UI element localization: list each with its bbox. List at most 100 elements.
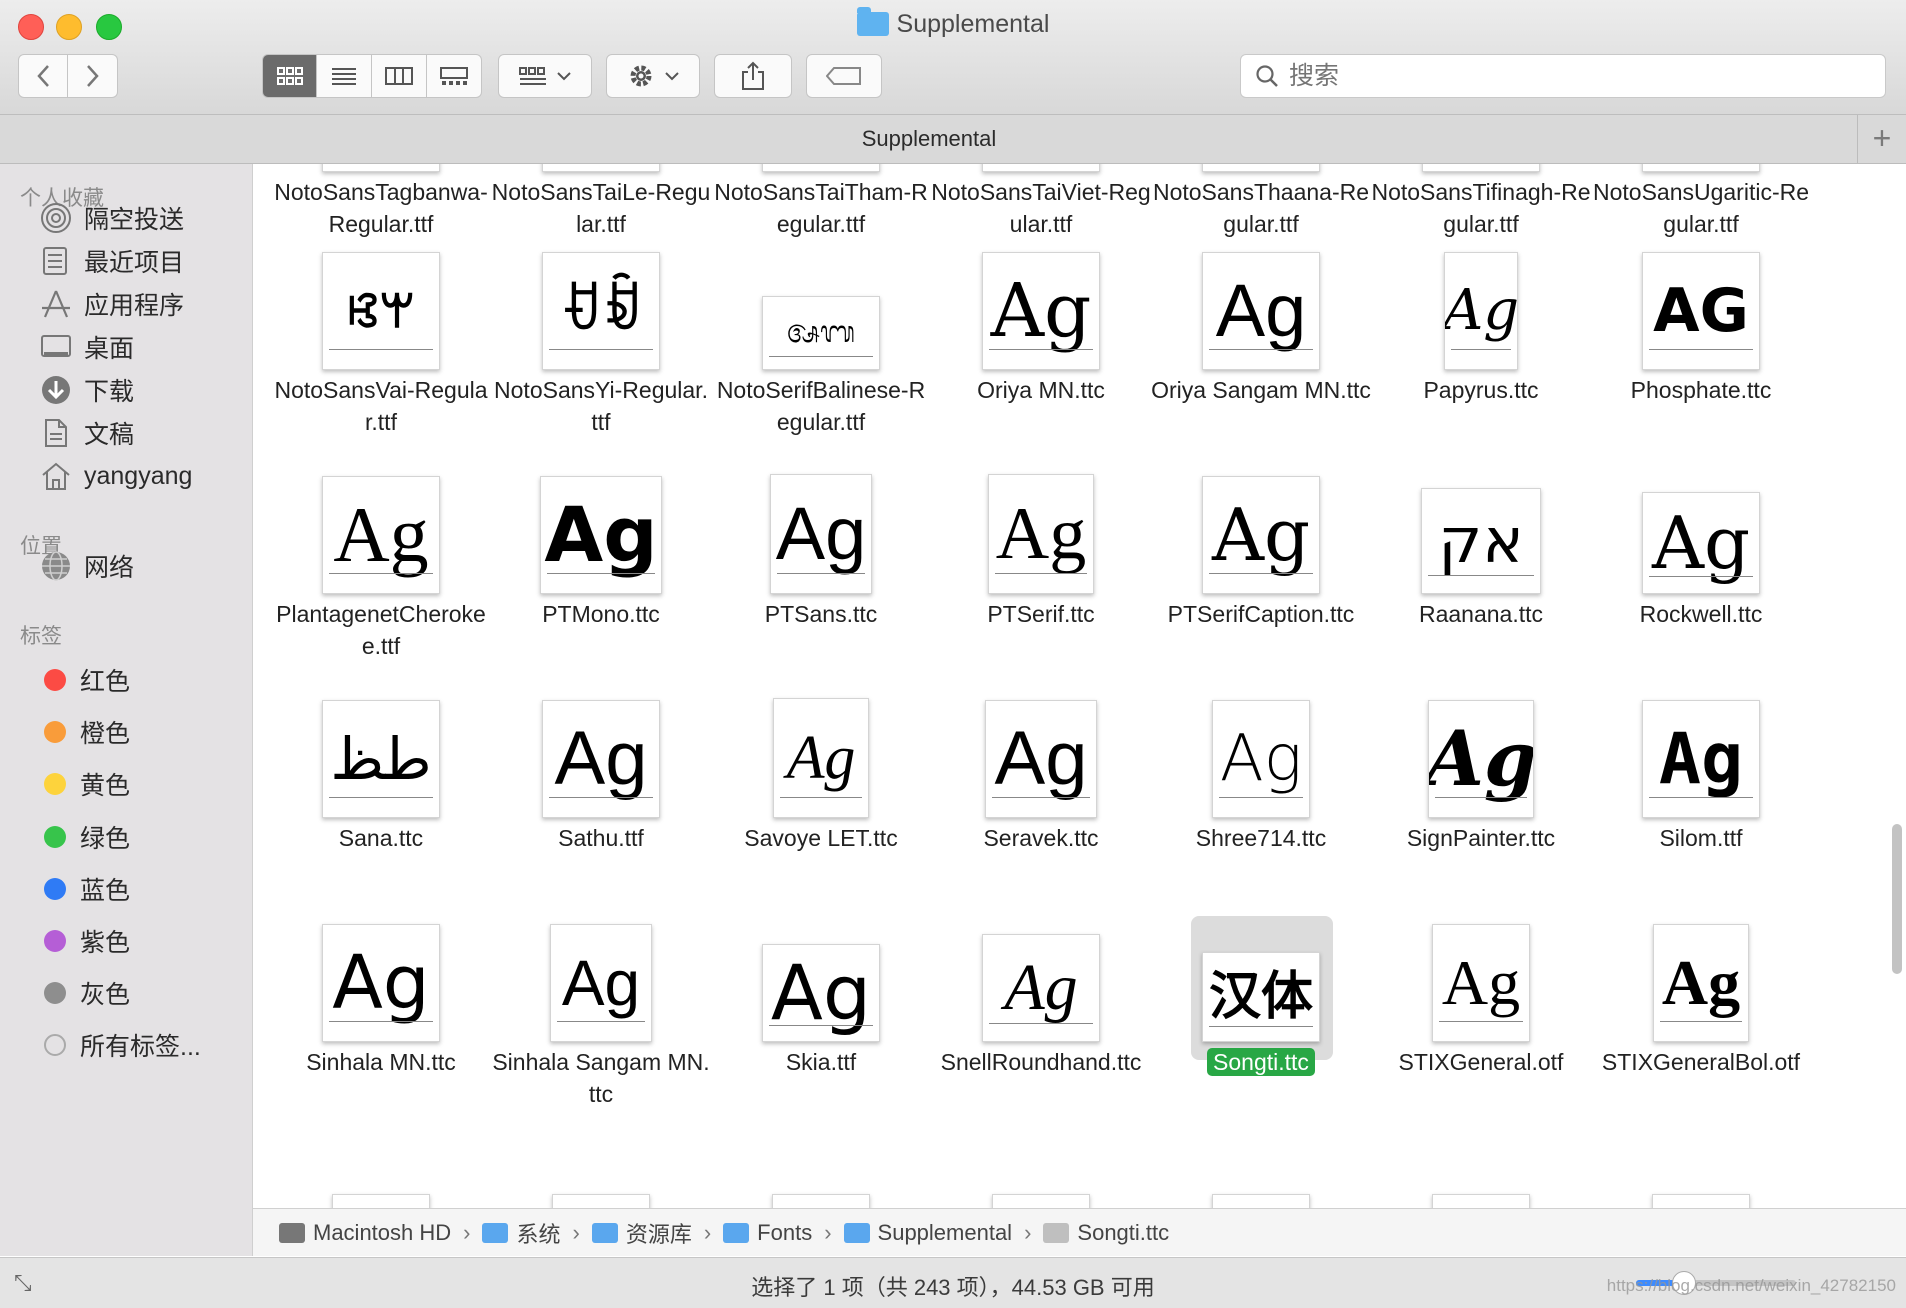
baseline-rule [329,1021,433,1022]
sidebar-tag[interactable]: 绿色 [38,817,130,857]
group-by-button[interactable] [498,54,592,98]
file-name: Rockwell.ttc [1591,598,1811,630]
sidebar-item-documents[interactable]: 文稿 [38,413,134,453]
sidebar-item-desktop[interactable]: 桌面 [38,327,134,367]
sidebar-tag[interactable]: 灰色 [38,973,130,1013]
tag-button[interactable] [806,54,882,98]
path-item-label: Fonts [757,1219,813,1245]
forward-button[interactable] [68,54,118,98]
font-sample-glyph: Ag [1651,501,1751,585]
file-item[interactable]: Ag PTSerif.ttc [931,474,1151,704]
back-button[interactable] [18,54,68,98]
action-button[interactable] [606,54,700,98]
font-preview-thumbnail [1652,1194,1750,1208]
sidebar-item-airdrop[interactable]: 隔空投送 [38,198,184,238]
file-item[interactable]: ﻃﻆ Sana.ttc [271,700,491,928]
font-sample-glyph [543,164,659,171]
folder-icon [723,1222,750,1243]
file-item[interactable]: ꕙꕚ NotoSansVai-Regular.ttf [271,252,491,480]
file-item[interactable]: Ag Oriya Sangam MN.ttc [1151,252,1371,480]
tab-supplemental[interactable]: Supplemental [0,115,1858,163]
sidebar-item-recents[interactable]: 最近项目 [38,241,184,281]
file-name: SignPainter.ttc [1371,822,1591,854]
file-item[interactable]: Ag STIXGeneral.otf [1371,924,1591,1152]
file-item[interactable]: Ag Savoye LET.ttc [711,698,931,928]
file-name-text: Oriya Sangam MN.ttc [1151,377,1371,403]
file-item[interactable]: Ag Shree714.ttc [1151,700,1371,928]
baseline-rule [995,573,1087,574]
font-preview-thumbnail: Ag [1428,700,1534,818]
file-item[interactable]: Ag Sinhala Sangam MN.ttc [491,924,711,1152]
documents-icon [38,415,74,451]
font-sample-glyph: Ag [990,268,1092,354]
file-item[interactable]: Ag PTSerifCaption.ttc [1151,476,1371,704]
file-name: STIXGeneralBol.otf [1591,1046,1811,1078]
sidebar-item-home[interactable]: yangyang [38,456,192,496]
baseline-rule [1435,797,1527,798]
file-item[interactable]: Ag Sinhala MN.ttc [271,924,491,1152]
share-button[interactable] [714,54,792,98]
path-item[interactable]: 系统 [482,1217,561,1249]
vertical-scrollbar[interactable] [1892,824,1902,974]
file-item[interactable]: Ag Papyrus.ttc [1371,252,1591,480]
path-item[interactable]: Macintosh HD [279,1220,451,1246]
file-item[interactable]: Ag Rockwell.ttc [1591,480,1811,704]
file-name: NotoSansTaiTham-Regular.ttf [711,176,931,240]
sidebar-tag[interactable]: 紫色 [38,921,130,961]
path-item[interactable]: Supplemental [843,1219,1013,1246]
icon-view-button[interactable] [262,54,317,98]
chevron-down-icon [557,72,571,81]
file-item[interactable]: Ag Oriya MN.ttc [931,252,1151,480]
sidebar-tag[interactable]: 橙色 [38,712,130,752]
path-item[interactable]: 资源库 [591,1217,692,1249]
file-item[interactable]: AG Phosphate.ttc [1591,252,1811,480]
column-view-button[interactable] [372,54,427,98]
sidebar-tag[interactable]: 黄色 [38,764,130,804]
file-item[interactable]: Ag SignPainter.ttc [1371,700,1591,928]
file-item[interactable]: Ag PTSans.ttc [711,474,931,704]
font-sample-glyph: Ag [994,716,1088,801]
file-item[interactable]: Ag PlantagenetCherokee.ttf [271,476,491,704]
gallery-view-button[interactable] [427,54,482,98]
sidebar-tag[interactable]: 红色 [38,660,130,700]
file-item[interactable]: ꀀꀁ NotoSansYi-Regular.ttf [491,252,711,480]
file-item[interactable]: Ag Silom.ttf [1591,700,1811,928]
file-item[interactable]: Ag STIXGeneralBol.otf [1591,924,1811,1152]
file-item[interactable]: Ag SnellRoundhand.ttc [931,928,1151,1152]
font-sample-glyph: Ag [1004,951,1078,1024]
file-item[interactable]: ᬅᬩ NotoSerifBalinese-Regular.ttf [711,256,931,480]
list-view-button[interactable] [317,54,372,98]
baseline-rule [1451,349,1511,350]
file-name-text: Savoye LET.ttc [744,825,898,851]
font-preview-thumbnail: Ag [550,924,652,1042]
search-field[interactable] [1240,54,1886,98]
sidebar-all-tags[interactable]: 所有标签... [38,1025,201,1065]
sidebar-tag-label: 红色 [80,668,131,696]
file-item[interactable]: אק Raanana.ttc [1371,480,1591,704]
sidebar-item-applications[interactable]: 应用程序 [38,284,184,324]
sidebar-tag-label: 黄色 [80,772,131,801]
search-input[interactable] [1287,60,1851,92]
file-name-text: NotoSansTagbanwa-Regular.ttf [274,179,488,237]
font-preview-thumbnail: Ag [762,944,880,1042]
file-name-text: NotoSansYi-Regular.ttf [494,377,708,435]
file-item[interactable]: Ag Skia.ttf [711,928,931,1152]
file-item[interactable]: Ag Seravek.ttc [931,700,1151,928]
file-item[interactable]: Ag Sathu.ttf [491,700,711,928]
file-name-text: NotoSansVai-Regular.ttf [274,377,488,435]
path-item[interactable]: Fonts [723,1220,812,1246]
file-name-text: Seravek.ttc [983,825,1099,851]
new-tab-button[interactable]: + [1857,115,1906,163]
chevron-right-icon [86,65,99,87]
file-item[interactable]: Ag PTMono.ttc [491,476,711,704]
file-item[interactable]: 汉体 Songti.ttc [1151,916,1371,1152]
sidebar-tag[interactable]: 蓝色 [38,869,130,909]
font-preview-thumbnail: Ag [1642,700,1760,818]
font-sample-glyph: Ag [1661,947,1741,1018]
font-preview-thumbnail: Ag [1642,492,1760,594]
path-item[interactable]: Songti.ttc [1043,1220,1169,1246]
sidebar-tag-label: 灰色 [80,981,131,1010]
sidebar-item-network[interactable]: 网络 [38,546,134,586]
sidebar-item-downloads[interactable]: 下载 [38,370,134,410]
path-item-label: Supplemental [877,1219,1013,1245]
